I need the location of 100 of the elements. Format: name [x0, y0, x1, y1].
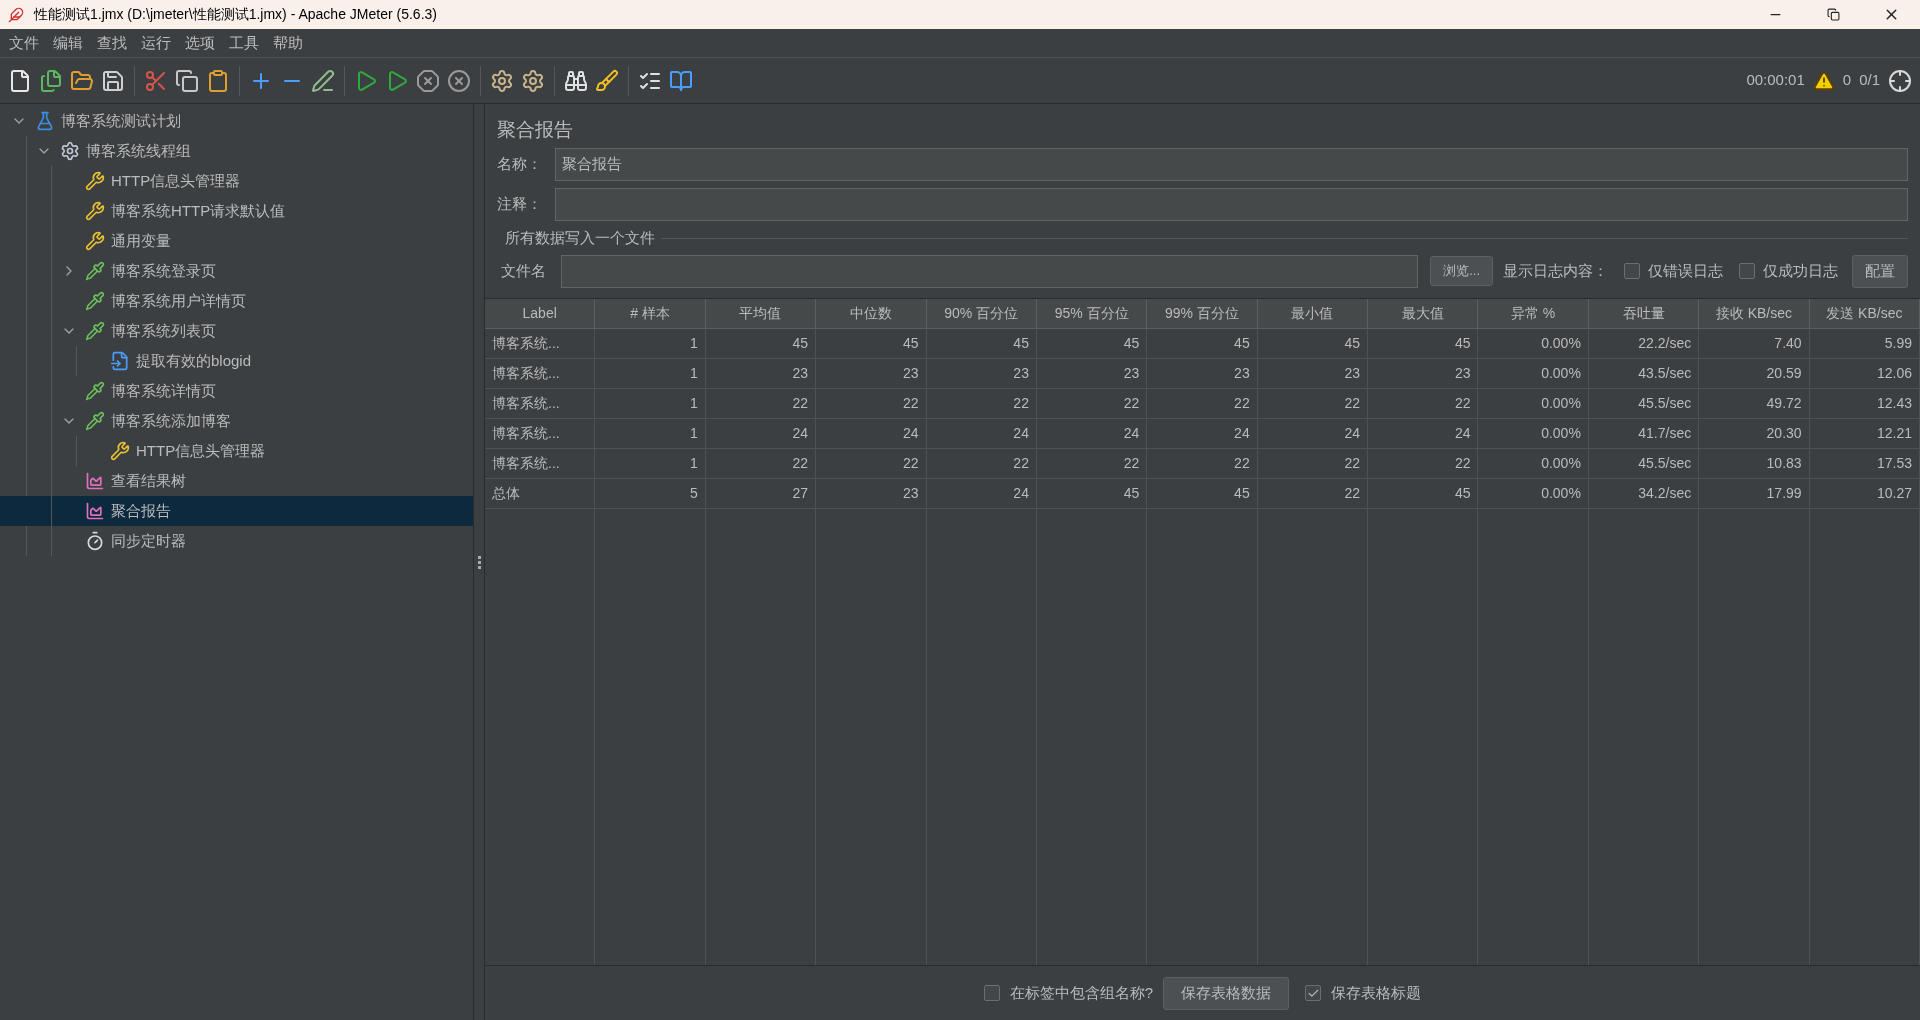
table-cell: 0.00%	[1478, 328, 1589, 359]
filename-field[interactable]	[561, 254, 1419, 288]
menu-item[interactable]: 运行	[134, 31, 178, 55]
save-data-button[interactable]: 保存表格数据	[1163, 976, 1290, 1010]
tree-item[interactable]: 查看结果树	[0, 466, 473, 496]
tree-item[interactable]: 聚合报告	[0, 496, 473, 526]
table-cell: 23	[1036, 358, 1148, 389]
elapsed-time: 00:00:01	[1746, 70, 1805, 91]
checkbox-label: 保存表格标题	[1331, 982, 1422, 1003]
checkbox[interactable]	[1624, 263, 1640, 279]
tree-item[interactable]: 博客系统添加博客	[0, 406, 473, 436]
copy-icon[interactable]	[175, 68, 199, 93]
tree-item[interactable]: 通用变量	[0, 226, 473, 256]
checkbox[interactable]	[983, 985, 1000, 1001]
document-icon[interactable]	[8, 68, 32, 93]
pen-icon[interactable]	[311, 68, 335, 93]
error-count: 0	[1842, 70, 1852, 91]
crosshair-icon[interactable]	[1888, 68, 1912, 93]
comment-field[interactable]	[555, 188, 1908, 221]
warning-icon[interactable]	[1812, 69, 1835, 92]
table-cell: 博客系统...	[485, 388, 596, 419]
column-header[interactable]: 发送 KB/sec	[1809, 298, 1920, 329]
checkbox-label: 仅成功日志	[1763, 260, 1838, 281]
table-cell: 1	[595, 358, 706, 389]
table-cell: 45	[1036, 328, 1148, 359]
column-header[interactable]: 最小值	[1257, 298, 1369, 329]
restore-icon[interactable]	[1826, 8, 1840, 21]
tree-label: HTTP信息头管理器	[136, 440, 266, 461]
field-label: 名称：	[497, 154, 543, 175]
binoculars-icon[interactable]	[564, 68, 588, 93]
tree-item[interactable]: 博客系统用户详情页	[0, 286, 473, 316]
table-cell: 22	[1036, 448, 1148, 479]
table-cell: 45	[1147, 478, 1258, 509]
table-cell: 10.27	[1809, 478, 1920, 509]
scissors-icon[interactable]	[144, 68, 168, 93]
wrench-icon	[85, 171, 105, 191]
tree-item[interactable]: 博客系统测试计划	[0, 106, 473, 136]
tree-item[interactable]: HTTP信息头管理器	[0, 436, 473, 466]
menu-item[interactable]: 选项	[178, 31, 222, 55]
tree-label: 同步定时器	[111, 530, 186, 551]
table-cell: 22	[1147, 388, 1258, 419]
menu-item[interactable]: 查找	[90, 31, 134, 55]
splitter-handle-icon[interactable]	[477, 555, 481, 569]
column-header[interactable]: 异常 %	[1478, 298, 1589, 329]
column-header[interactable]: 平均值	[705, 298, 817, 329]
name-field[interactable]: 聚合报告	[555, 148, 1908, 181]
tree-item[interactable]: 博客系统详情页	[0, 376, 473, 406]
save-icon[interactable]	[101, 68, 125, 93]
wrench-icon	[110, 441, 130, 461]
table-cell: 12.06	[1809, 358, 1920, 389]
column-header[interactable]: 90% 百分位	[926, 298, 1037, 329]
table-cell: 43.5/sec	[1588, 358, 1700, 389]
tree-item[interactable]: 博客系统登录页	[0, 256, 473, 286]
table-cell: 22	[926, 388, 1037, 419]
column-header[interactable]: 最大值	[1368, 298, 1479, 329]
folder-icon[interactable]	[70, 68, 94, 93]
book-icon[interactable]	[669, 68, 693, 93]
column-header[interactable]: 接收 KB/sec	[1699, 298, 1810, 329]
thread-count: 0/1	[1859, 70, 1880, 91]
column-header[interactable]: 中位数	[816, 298, 927, 329]
tree-item[interactable]: 同步定时器	[0, 526, 473, 556]
stop-icon[interactable]	[416, 68, 440, 93]
gear-icon[interactable]	[521, 68, 545, 93]
panel-title: 聚合报告	[497, 118, 574, 142]
gear-icon[interactable]	[490, 68, 514, 93]
pipette-icon	[85, 381, 105, 401]
circle-x-icon[interactable]	[447, 68, 471, 93]
menu-item[interactable]: 文件	[2, 31, 46, 55]
table-cell: 45	[816, 328, 927, 359]
tree-item[interactable]: HTTP信息头管理器	[0, 166, 473, 196]
table-cell: 0.00%	[1478, 448, 1589, 479]
column-header[interactable]: 吞吐量	[1588, 298, 1700, 329]
column-header[interactable]: 99% 百分位	[1147, 298, 1258, 329]
feather-icon	[8, 6, 24, 23]
browse-button[interactable]: 浏览...	[1430, 256, 1493, 286]
table-cell: 41.7/sec	[1588, 418, 1700, 449]
tree-item[interactable]: 博客系统HTTP请求默认值	[0, 196, 473, 226]
brush-icon[interactable]	[595, 68, 619, 93]
checkbox[interactable]	[1739, 263, 1755, 279]
column-header[interactable]: Label	[485, 298, 596, 329]
table-cell: 1	[595, 448, 706, 479]
tree-item[interactable]: 提取有效的blogid	[0, 346, 473, 376]
documents-icon[interactable]	[39, 68, 63, 93]
pipette-icon	[85, 321, 105, 341]
menu-item[interactable]: 工具	[222, 31, 266, 55]
window-title: 性能测试1.jmx (D:\jmeter\性能测试1.jmx) - Apache JMeter (5.6.3)	[34, 5, 437, 24]
menu-item[interactable]: 编辑	[46, 31, 90, 55]
menu-item[interactable]: 帮助	[266, 31, 310, 55]
table-cell: 23	[816, 358, 927, 389]
tree-item[interactable]: 博客系统线程组	[0, 136, 473, 166]
table-cell: 0.00%	[1478, 358, 1589, 389]
table-cell: 10.83	[1699, 448, 1810, 479]
tree-item[interactable]: 博客系统列表页	[0, 316, 473, 346]
tree-label: 博客系统详情页	[111, 380, 216, 401]
clipboard-icon[interactable]	[206, 68, 230, 93]
column-header[interactable]: # 样本	[595, 298, 706, 329]
config-button[interactable]: 配置	[1852, 254, 1908, 288]
table-cell: 17.53	[1809, 448, 1920, 479]
column-header[interactable]: 95% 百分位	[1036, 298, 1148, 329]
checkbox[interactable]	[1305, 985, 1322, 1001]
